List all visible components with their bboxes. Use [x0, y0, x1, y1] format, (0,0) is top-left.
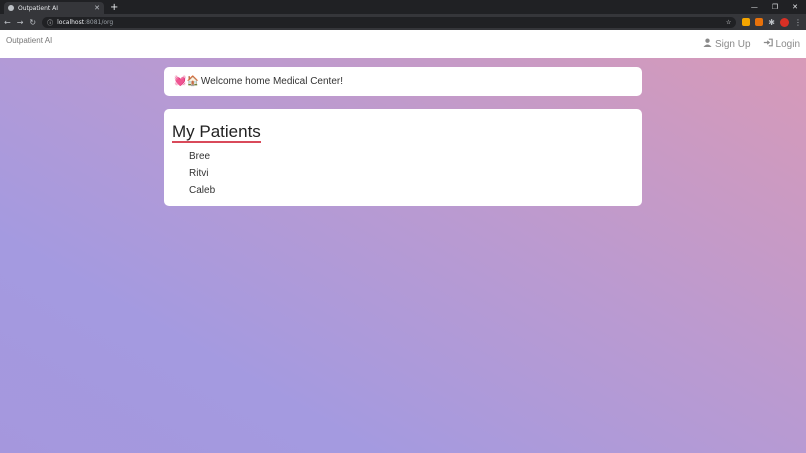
heart-house-emoji-icon: 💓🏠: [174, 76, 199, 87]
login-link[interactable]: Login: [763, 38, 800, 50]
browser-tab-bar: Outpatient AI ✕ + — ❐ ✕: [0, 0, 806, 14]
brand-link[interactable]: Outpatient AI: [6, 36, 52, 45]
close-window-icon[interactable]: ✕: [792, 3, 798, 11]
sign-in-icon: [763, 38, 773, 50]
back-icon[interactable]: ←: [4, 18, 11, 27]
window-controls: — ❐ ✕: [751, 3, 806, 11]
app-navbar: Outpatient AI Sign Up Login: [0, 30, 806, 58]
patients-card: My Patients Bree Ritvi Caleb: [164, 109, 642, 206]
browser-toolbar: ← → ↻ ⓘ localhost:8081/org ☆ ✱ ⋮: [0, 14, 806, 30]
profile-avatar[interactable]: [780, 17, 789, 27]
extension-icon[interactable]: [742, 18, 751, 26]
signup-label: Sign Up: [714, 38, 751, 50]
signup-link[interactable]: Sign Up: [703, 38, 751, 50]
nav-links: Sign Up Login: [703, 38, 800, 50]
patient-item[interactable]: Ritvi: [189, 165, 634, 182]
globe-icon: [8, 5, 14, 11]
patient-item[interactable]: Bree: [189, 148, 634, 165]
patients-title: My Patients: [172, 122, 261, 143]
user-icon: [703, 38, 712, 50]
url-host: localhost: [57, 18, 85, 26]
welcome-text: Welcome home Medical Center!: [200, 76, 344, 87]
url-path: :8081/org: [84, 18, 114, 26]
close-tab-icon[interactable]: ✕: [94, 4, 100, 12]
menu-kebab-icon[interactable]: ⋮: [794, 18, 802, 27]
browser-tab[interactable]: Outpatient AI ✕: [4, 2, 104, 14]
patients-list: Bree Ritvi Caleb: [172, 148, 634, 199]
welcome-card: 💓🏠 Welcome home Medical Center!: [164, 67, 642, 96]
patient-item[interactable]: Caleb: [189, 182, 634, 199]
minimize-icon[interactable]: —: [751, 3, 758, 11]
puzzle-icon[interactable]: ✱: [768, 18, 775, 27]
new-tab-icon[interactable]: +: [110, 2, 118, 14]
extension-icon[interactable]: [755, 18, 764, 26]
login-label: Login: [775, 38, 800, 50]
reload-icon[interactable]: ↻: [29, 18, 36, 27]
bookmark-star-icon[interactable]: ☆: [726, 19, 731, 26]
main-content: 💓🏠 Welcome home Medical Center! My Patie…: [0, 58, 806, 453]
restore-icon[interactable]: ❐: [772, 3, 778, 11]
forward-icon[interactable]: →: [17, 18, 24, 27]
info-icon: ⓘ: [47, 19, 54, 27]
address-bar[interactable]: ⓘ localhost:8081/org ☆: [42, 16, 737, 28]
extensions-area: ✱ ⋮: [742, 17, 802, 27]
tab-title: Outpatient AI: [18, 4, 59, 12]
